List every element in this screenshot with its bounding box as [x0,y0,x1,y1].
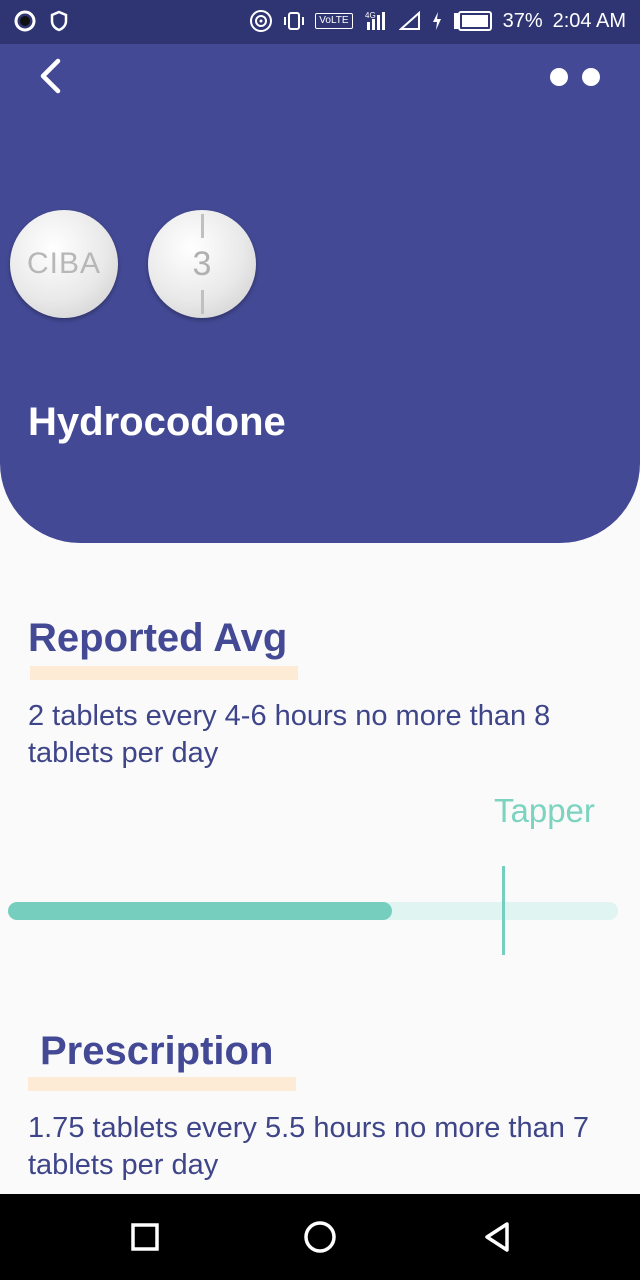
tapper-label: Tapper [494,792,595,829]
back-button[interactable] [36,58,66,94]
pill-image-front: CIBA [10,210,118,318]
taper-progress-track[interactable] [8,902,618,920]
pill-imprint: 3 [192,244,212,283]
svg-text:4G: 4G [365,11,376,20]
back-icon [485,1222,509,1252]
system-navigation-bar [0,1194,640,1280]
signal-empty-icon [398,11,421,31]
home-button[interactable] [297,1214,343,1260]
home-icon [304,1221,336,1253]
tapper-marker[interactable] [502,866,505,955]
back-chevron-icon [40,58,61,94]
status-bar: VoLTE 4G 37% 2:04 AM [0,0,640,44]
charging-icon [431,11,443,31]
recent-apps-button[interactable] [122,1214,168,1260]
more-options-button[interactable] [550,68,600,86]
battery-icon [453,11,493,31]
reported-avg-text: 2 tablets every 4-6 hours no more than 8… [28,700,551,769]
prescription-title: Prescription [40,1029,274,1073]
title-underline [30,666,298,680]
title-underline [28,1077,296,1091]
signal-4g-icon: 4G [363,10,389,32]
recent-apps-icon [131,1223,159,1251]
vibrate-icon [283,10,305,32]
reported-avg-title: Reported Avg [28,616,288,660]
pill-score-line [201,214,204,238]
clock: 2:04 AM [552,9,626,32]
prescription-text: 1.75 tablets every 5.5 hours no more tha… [28,1112,590,1181]
back-nav-button[interactable] [474,1214,520,1260]
dots-menu-icon [582,68,600,86]
battery-percent: 37% [502,9,543,32]
taper-progress-fill [8,902,392,920]
pill-image-back: 3 [148,210,256,318]
dots-menu-icon [550,68,568,86]
pill-score-line [201,290,204,314]
shield-icon [50,10,68,32]
drug-header: CIBA 3 Hydrocodone [0,44,640,543]
notification-circle-icon [14,10,36,32]
pill-imprint: CIBA [26,247,102,280]
hotspot-icon [249,9,273,33]
volte-badge: VoLTE [315,13,353,29]
drug-name: Hydrocodone [28,400,286,444]
